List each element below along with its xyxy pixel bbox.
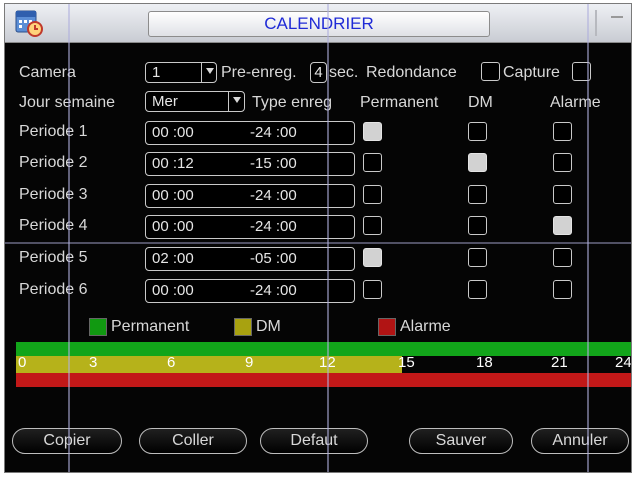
period-dm-checkbox[interactable] <box>468 153 487 172</box>
period-time-range[interactable]: 00 :00 -24 :00 <box>145 121 355 145</box>
timeline-alarme-band <box>16 373 631 387</box>
period-alarme-checkbox[interactable] <box>553 185 572 204</box>
window-title: CALENDRIER <box>148 11 490 37</box>
period-permanent-checkbox[interactable] <box>363 248 382 267</box>
defaut-button[interactable]: Defaut <box>260 428 368 454</box>
pre-enreg-input[interactable]: 4 <box>310 62 327 83</box>
period-end-time[interactable]: -24 :00 <box>250 123 297 143</box>
grid-line <box>587 4 589 472</box>
legend-permanent-label: Permanent <box>111 318 190 335</box>
period-end-time[interactable]: -24 :00 <box>250 281 297 301</box>
pre-enreg-label: Pre-enreg. <box>221 64 297 81</box>
timeline-tick: 0 <box>18 354 27 371</box>
period-time-range[interactable]: 00 :00 -24 :00 <box>145 184 355 208</box>
period-alarme-checkbox[interactable] <box>553 153 572 172</box>
camera-select[interactable]: 1 <box>145 62 217 83</box>
period-start-time[interactable]: 02 :00 <box>152 249 194 269</box>
period-dm-checkbox[interactable] <box>468 280 487 299</box>
calendar-clock-icon <box>14 8 44 38</box>
sauver-button[interactable]: Sauver <box>409 428 513 454</box>
type-enreg-label: Type enreg <box>252 94 333 111</box>
pre-enreg-value: 4 <box>314 64 323 81</box>
grid-line <box>68 4 70 472</box>
coller-button[interactable]: Coller <box>139 428 247 454</box>
legend-dm-swatch <box>234 318 252 336</box>
period-start-time[interactable]: 00 :00 <box>152 281 194 301</box>
copier-button[interactable]: Copier <box>12 428 122 454</box>
jour-semaine-select[interactable]: Mer <box>145 91 245 112</box>
title-bar: CALENDRIER <box>5 4 631 43</box>
schedule-window: CALENDRIER Camera 1 Pre-enreg. 4 sec. Re… <box>4 3 632 473</box>
col-dm-header: DM <box>468 94 493 111</box>
period-time-range[interactable]: 00 :00 -24 :00 <box>145 215 355 239</box>
legend-dm-label: DM <box>256 318 281 335</box>
period-permanent-checkbox[interactable] <box>363 216 382 235</box>
col-alarme-header: Alarme <box>550 94 601 111</box>
period-end-time[interactable]: -05 :00 <box>250 249 297 269</box>
period-start-time[interactable]: 00 :00 <box>152 217 194 237</box>
title-divider <box>595 10 597 36</box>
timeline-tick: 21 <box>551 354 568 371</box>
chevron-down-icon <box>206 68 214 74</box>
chevron-down-icon <box>233 97 241 103</box>
legend-alarme-label: Alarme <box>400 318 451 335</box>
grid-line <box>5 242 631 244</box>
period-label: Periode 6 <box>19 281 88 298</box>
period-start-time[interactable]: 00 :00 <box>152 123 194 143</box>
period-dm-checkbox[interactable] <box>468 216 487 235</box>
timeline-tick: 9 <box>245 354 254 371</box>
period-end-time[interactable]: -24 :00 <box>250 217 297 237</box>
period-label: Periode 5 <box>19 249 88 266</box>
annuler-button[interactable]: Annuler <box>531 428 629 454</box>
timeline-tick: 6 <box>167 354 176 371</box>
period-label: Periode 3 <box>19 186 88 203</box>
period-alarme-checkbox[interactable] <box>553 216 572 235</box>
close-icon[interactable] <box>611 16 623 30</box>
timeline-tick: 15 <box>398 354 415 371</box>
period-end-time[interactable]: -24 :00 <box>250 186 297 206</box>
select-divider <box>201 63 202 82</box>
legend-alarme-swatch <box>378 318 396 336</box>
period-dm-checkbox[interactable] <box>468 185 487 204</box>
period-label: Periode 2 <box>19 154 88 171</box>
timeline-tick: 18 <box>476 354 493 371</box>
period-label: Periode 4 <box>19 217 88 234</box>
timeline-tick: 3 <box>89 354 98 371</box>
period-time-range[interactable]: 02 :00 -05 :00 <box>145 247 355 271</box>
period-start-time[interactable]: 00 :12 <box>152 154 194 174</box>
select-divider <box>228 92 229 111</box>
period-label: Periode 1 <box>19 123 88 140</box>
period-alarme-checkbox[interactable] <box>553 122 572 141</box>
period-alarme-checkbox[interactable] <box>553 280 572 299</box>
period-alarme-checkbox[interactable] <box>553 248 572 267</box>
period-start-time[interactable]: 00 :00 <box>152 186 194 206</box>
period-permanent-checkbox[interactable] <box>363 153 382 172</box>
period-dm-checkbox[interactable] <box>468 248 487 267</box>
period-permanent-checkbox[interactable] <box>363 280 382 299</box>
period-end-time[interactable]: -15 :00 <box>250 154 297 174</box>
legend-permanent-swatch <box>89 318 107 336</box>
capture-label: Capture <box>503 64 560 81</box>
col-permanent-header: Permanent <box>360 94 439 111</box>
schedule-timeline: 0 3 6 9 12 15 18 21 24 <box>16 342 632 387</box>
period-time-range[interactable]: 00 :00 -24 :00 <box>145 279 355 303</box>
timeline-dm-band <box>16 356 402 373</box>
camera-value: 1 <box>152 64 161 81</box>
redondance-label: Redondance <box>366 64 457 81</box>
period-time-range[interactable]: 00 :12 -15 :00 <box>145 152 355 176</box>
period-permanent-checkbox[interactable] <box>363 185 382 204</box>
jour-semaine-value: Mer <box>152 93 178 110</box>
period-dm-checkbox[interactable] <box>468 122 487 141</box>
timeline-tick: 24 <box>615 354 632 371</box>
sec-label: sec. <box>329 64 359 81</box>
period-permanent-checkbox[interactable] <box>363 122 382 141</box>
redondance-checkbox[interactable] <box>481 62 500 81</box>
grid-line <box>327 4 329 472</box>
